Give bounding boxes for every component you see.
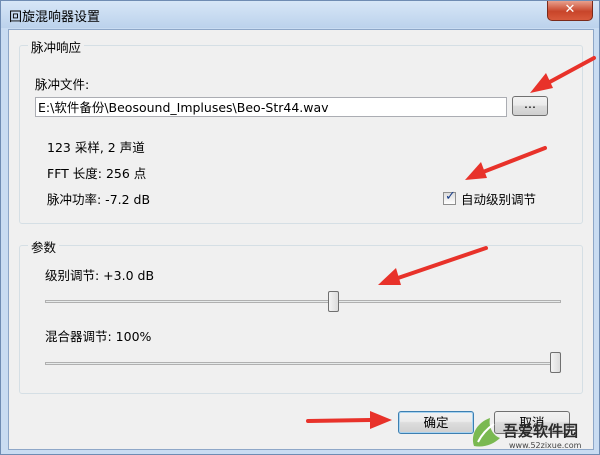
browse-button[interactable]: ... [512, 96, 548, 116]
info-samples: 123 采样, 2 声道 [47, 140, 145, 155]
auto-level-checkbox[interactable]: ✓ [443, 189, 456, 205]
info-impulse-power: 脉冲功率: -7.2 dB [47, 192, 151, 207]
level-label: 级别调节: +3.0 dB [45, 268, 155, 283]
title-bar[interactable]: 回旋混响器设置 ✕ [1, 1, 599, 28]
params-group-title: 参数 [28, 237, 60, 256]
ok-button[interactable]: 确定 [398, 411, 474, 434]
mixer-slider-track[interactable] [45, 362, 561, 365]
impulse-group-title: 脉冲响应 [28, 37, 85, 56]
browse-button-label: ... [524, 96, 536, 111]
dialog-body: 脉冲响应 脉冲文件: E:\软件备份\Beosound_Impluses\Beo… [8, 29, 594, 450]
auto-level-label[interactable]: 自动级别调节 [461, 189, 536, 208]
watermark-text: 吾爱软件园 [503, 422, 579, 440]
level-slider-thumb[interactable] [328, 291, 339, 312]
mixer-slider-thumb[interactable] [550, 352, 561, 373]
impulse-file-path-field[interactable]: E:\软件备份\Beosound_Impluses\Beo-Str44.wav [35, 97, 507, 117]
watermark-url: www.52zixue.com [509, 441, 582, 450]
level-slider[interactable] [45, 290, 561, 314]
impulse-file-path-text: E:\软件备份\Beosound_Impluses\Beo-Str44.wav [38, 100, 329, 115]
impulse-file-label: 脉冲文件: [35, 77, 90, 92]
window-title: 回旋混响器设置 [9, 10, 101, 25]
level-slider-track[interactable] [45, 300, 561, 303]
close-icon: ✕ [564, 2, 576, 17]
info-fft-length: FFT 长度: 256 点 [47, 166, 147, 181]
checkmark-icon: ✓ [445, 189, 456, 204]
ok-button-label: 确定 [423, 415, 449, 430]
mixer-label: 混合器调节: 100% [45, 329, 152, 344]
close-button[interactable]: ✕ [547, 1, 593, 21]
mixer-slider[interactable] [45, 350, 561, 374]
dialog-window: 回旋混响器设置 ✕ 脉冲响应 脉冲文件: E:\软件备份\Beosound_Im… [0, 0, 600, 455]
